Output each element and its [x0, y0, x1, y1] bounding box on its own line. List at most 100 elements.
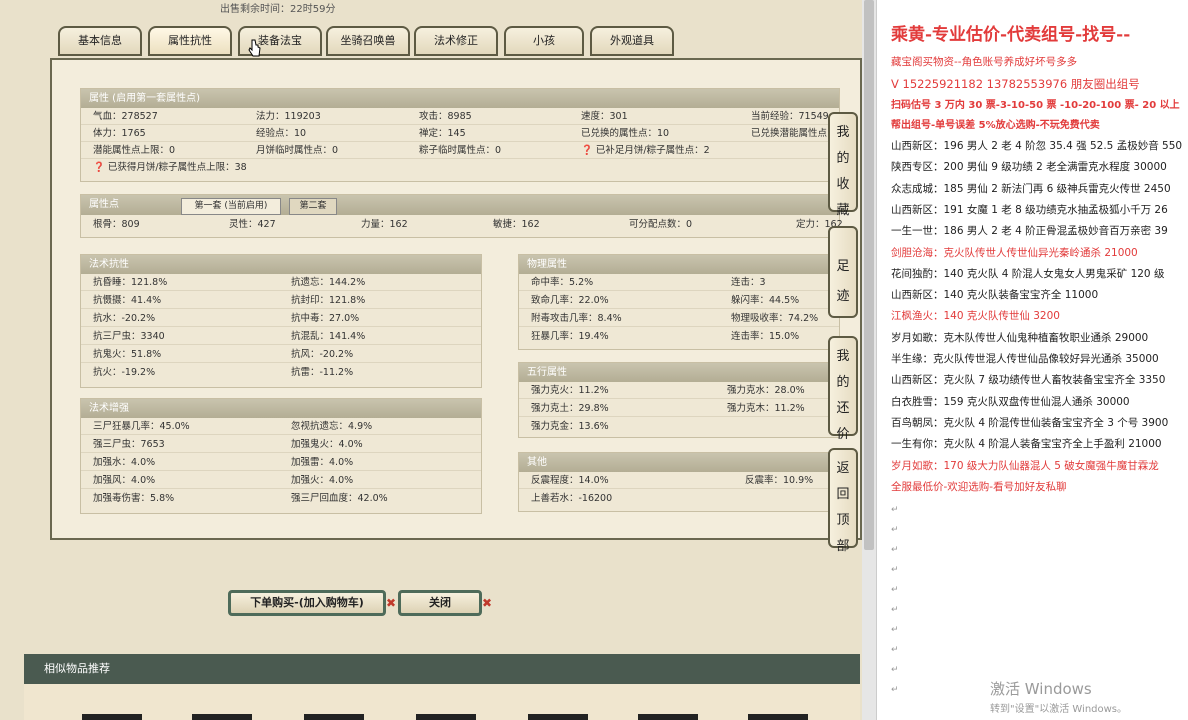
tab-point-set-1[interactable]: 第一套 (当前启用)	[181, 198, 281, 215]
physical-title: 物理属性	[519, 255, 839, 274]
spell-resist-section: 法术抗性 抗昏睡：121.8% 抗遗忘：144.2% 抗慑摄：41.4% 抗封印…	[80, 254, 482, 388]
paragraph-mark: ↵	[891, 625, 899, 635]
enhance-corpse-heal: 强三尸回血度：42.0%	[291, 493, 388, 504]
stat-exp-points: 经验点：10	[256, 128, 307, 139]
resist-fire: 抗火：-19.2%	[93, 367, 156, 378]
enhance-thunder: 加强雷：4.0%	[291, 457, 354, 468]
scrollbar-thumb[interactable]	[864, 0, 874, 550]
five-elements-section: 五行属性 强力克火：11.2% 强力克水：28.0% 强力克土：29.8% 强力…	[518, 362, 840, 438]
enhance-ghostfire: 加强鬼火：4.0%	[291, 439, 363, 450]
ad-listing-line: 百鸟朝凤：克火队 4 阶混传世仙装备宝宝齐全 3 个号 3900	[891, 416, 1169, 429]
other-section: 其他 反震程度：14.0% 反震率：10.9% 上善若水：-16200	[518, 452, 840, 512]
ad-listing-line: 全服最低价-欢迎选购-看号加好友私聊	[891, 480, 1067, 493]
other-reflect-rate: 反震率：10.9%	[745, 475, 814, 486]
resist-ghostfire: 抗鬼火：51.8%	[93, 349, 162, 360]
phys-combo-rate: 连击率：15.0%	[731, 331, 800, 342]
attributes-panel: 属性 (启用第一套属性点) 气血：278527 法力：119203 攻击：898…	[50, 58, 862, 540]
paragraph-mark: ↵	[891, 605, 899, 615]
activate-windows-watermark: 激活 Windows	[990, 680, 1092, 698]
resist-fear: 抗慑摄：41.4%	[93, 295, 162, 306]
resist-corpse-worm: 抗三尸虫：3340	[93, 331, 165, 342]
remaining-time-text: 出售剩余时间：22时59分	[220, 4, 336, 15]
help-icon[interactable]: ❓	[93, 162, 105, 173]
tab-basic-info[interactable]: 基本信息	[58, 26, 142, 56]
similar-item-thumbnail[interactable]	[528, 714, 588, 720]
point-unallocated: 可分配点数：0	[629, 219, 693, 230]
footprint-button[interactable]: 足迹	[828, 226, 858, 318]
attributes-section: 属性 (启用第一套属性点) 气血：278527 法力：119203 攻击：898…	[80, 88, 840, 182]
my-favorites-button[interactable]: 我的收藏	[828, 112, 858, 218]
ad-title: 乘黄-专业估价-代卖组号-找号--	[891, 25, 1131, 45]
other-shangshan: 上善若水：-16200	[531, 493, 613, 504]
spell-enhance-section: 法术增强 三尸狂暴几率：45.0% 忽视抗遗忘：4.9% 强三尸虫：7653 加…	[80, 398, 482, 514]
spell-resist-title: 法术抗性	[81, 255, 481, 274]
listing-page: 出售剩余时间：22时59分 基本信息 属性抗性 装备法宝 坐骑召唤兽 法术修正 …	[0, 0, 876, 720]
element-vs-fire: 强力克火：11.2%	[531, 385, 609, 396]
enhance-water: 加强水：4.0%	[93, 457, 156, 468]
tab-spell-modifiers[interactable]: 法术修正	[414, 26, 498, 56]
enhance-wind: 加强风：4.0%	[93, 475, 156, 486]
help-icon[interactable]: ❓	[581, 145, 593, 156]
resist-chaos: 抗混乱：141.4%	[291, 331, 366, 342]
ad-listing-line: 山西新区：140 克火队装备宝宝齐全 11000	[891, 289, 1099, 302]
points-title: 属性点	[89, 199, 119, 210]
phys-poison-attack: 附毒攻击几率：8.4%	[531, 313, 622, 324]
activate-windows-subtext: 转到"设置"以激活 Windows。	[990, 704, 1128, 715]
stat-mp: 法力：119203	[256, 111, 321, 122]
close-button[interactable]: 关闭	[398, 590, 482, 616]
stat-attack: 攻击：8985	[419, 111, 472, 122]
similar-item-thumbnail[interactable]	[416, 714, 476, 720]
stat-stamina: 体力：1765	[93, 128, 146, 139]
ad-listing-line: 岁月如歌：170 级大力队仙器混人 5 破女魔强牛魔甘霖龙	[891, 459, 1159, 472]
paragraph-mark: ↵	[891, 565, 899, 575]
similar-item-thumbnail[interactable]	[638, 714, 698, 720]
ad-listing-line: 花间独酌：140 克火队 4 阶混人女鬼女人男鬼采矿 120 级	[891, 267, 1165, 280]
ad-listing-line: 白衣胜雪：159 克火队双盘传世仙混人通杀 30000	[891, 395, 1130, 408]
stat-filled-points: ❓ 已补足月饼/粽子属性点：2	[581, 145, 710, 156]
paragraph-mark: ↵	[891, 525, 899, 535]
hand-cursor-icon	[248, 39, 261, 57]
ad-listing-line: 众志成城：185 男仙 2 新法门再 6 级神兵雷克火传世 2450	[891, 182, 1171, 195]
my-counteroffers-button[interactable]: 我的还价	[828, 336, 858, 442]
element-vs-earth: 强力克土：29.8%	[531, 403, 609, 414]
five-elements-title: 五行属性	[519, 363, 839, 382]
similar-item-thumbnail[interactable]	[192, 714, 252, 720]
close-x-icon: ✖	[386, 596, 397, 610]
close-x-icon: ✖	[482, 596, 493, 610]
phys-combo: 连击：3	[731, 277, 766, 288]
ad-document-panel: 乘黄-专业估价-代卖组号-找号-- 藏宝阁买物资--角色账号养成好坏号多多 V …	[876, 0, 1188, 720]
stat-mooncake-temp: 月饼临时属性点：0	[256, 145, 339, 156]
tab-point-set-2[interactable]: 第二套	[289, 198, 337, 215]
point-strength: 力量：162	[361, 219, 408, 230]
ad-listing-line: 一生一世：186 男人 2 老 4 阶正骨混孟极妙音百万亲密 39	[891, 225, 1168, 238]
points-section: 属性点 第一套 (当前启用) 第二套 根骨：809 灵性：427 力量：162 …	[80, 194, 843, 238]
back-to-top-button[interactable]: 返回顶部	[828, 448, 858, 554]
attributes-title: 属性 (启用第一套属性点)	[81, 89, 839, 108]
similar-item-thumbnail[interactable]	[748, 714, 808, 720]
similar-item-thumbnail[interactable]	[304, 714, 364, 720]
stat-potential-cap: 潜能属性点上限：0	[93, 145, 176, 156]
paragraph-mark: ↵	[891, 645, 899, 655]
tab-mounts-pets[interactable]: 坐骑召唤兽	[326, 26, 410, 56]
ad-listing-line: 山西新区：196 男人 2 老 4 阶忽 35.4 强 52.5 孟极妙音 55…	[891, 140, 1183, 152]
stat-meditation: 禅定：145	[419, 128, 466, 139]
point-agility: 敏捷：162	[493, 219, 540, 230]
phys-frenzy: 狂暴几率：19.4%	[531, 331, 609, 342]
phys-crit: 致命几率：22.0%	[531, 295, 609, 306]
ad-red-line: 扫码估号 3 万内 30 票-3-10-50 票 -10-20-100 票- 2…	[891, 100, 1180, 111]
phys-hit: 命中率：5.2%	[531, 277, 594, 288]
paragraph-mark: ↵	[891, 545, 899, 555]
ad-listing-line: 江枫渔火：140 克火队传世仙 3200	[891, 310, 1060, 323]
tab-appearance[interactable]: 外观道具	[590, 26, 674, 56]
similar-item-thumbnail[interactable]	[82, 714, 142, 720]
stat-points-cap: ❓ 已获得月饼/粽子属性点上限：38	[93, 162, 247, 173]
buy-add-to-cart-button[interactable]: 下单购买-(加入购物车)	[228, 590, 386, 616]
spell-enhance-title: 法术增强	[81, 399, 481, 418]
ad-listing-line: 一生有你：克火队 4 阶混人装备宝宝齐全上手盈利 21000	[891, 438, 1162, 451]
other-title: 其他	[519, 453, 839, 472]
tab-attributes[interactable]: 属性抗性	[148, 26, 232, 56]
ad-red-line: 帮出组号-单号误差 5%放心选购-不玩免费代卖	[891, 120, 1100, 131]
similar-items-header: 相似物品推荐	[24, 654, 860, 684]
tab-children[interactable]: 小孩	[504, 26, 584, 56]
resist-poison: 抗中毒：27.0%	[291, 313, 360, 324]
